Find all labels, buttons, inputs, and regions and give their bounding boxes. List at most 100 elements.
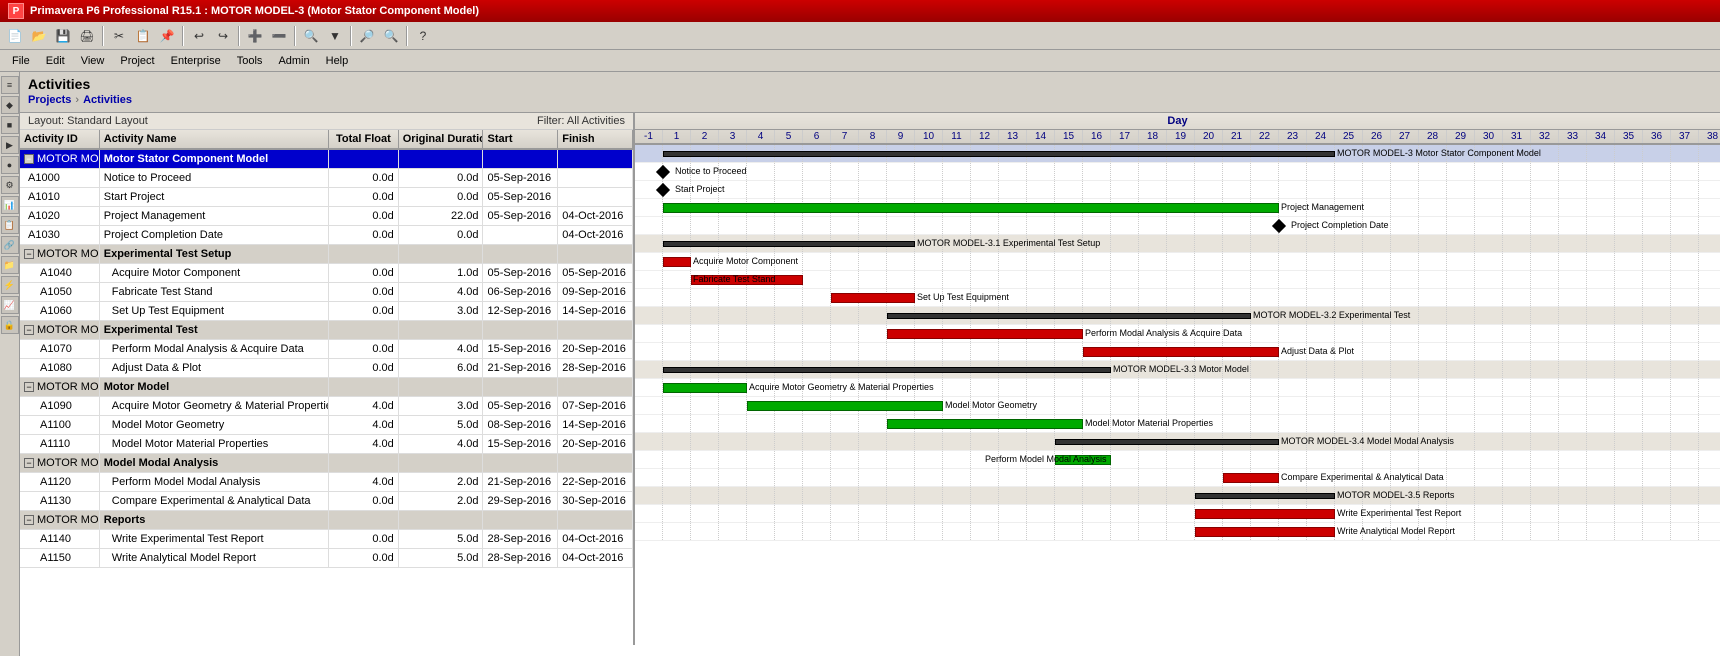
table-row[interactable]: −MOTOR MODEL-3.4Model Modal Analysis bbox=[20, 454, 633, 473]
col-header-total-float[interactable]: Total Float bbox=[329, 130, 399, 148]
table-row[interactable]: A1020Project Management0.0d22.0d05-Sep-2… bbox=[20, 207, 633, 226]
day-number: 32 bbox=[1531, 130, 1559, 143]
paste-btn[interactable]: 📌 bbox=[156, 25, 178, 47]
side-icon-1[interactable]: ≡ bbox=[1, 76, 19, 94]
gantt-grid-bg bbox=[635, 523, 1720, 540]
table-row[interactable]: −MOTOR MODEL-3.2Experimental Test bbox=[20, 321, 633, 340]
side-icon-5[interactable]: ● bbox=[1, 156, 19, 174]
cell-start: 21-Sep-2016 bbox=[483, 473, 558, 491]
add-btn[interactable]: ➕ bbox=[244, 25, 266, 47]
table-row[interactable]: −MOTOR MODEL-3.3Motor Model bbox=[20, 378, 633, 397]
menu-edit[interactable]: Edit bbox=[38, 53, 73, 69]
side-icon-9[interactable]: 🔗 bbox=[1, 236, 19, 254]
day-number: 11 bbox=[943, 130, 971, 143]
cell-activity-id: A1000 bbox=[20, 169, 100, 187]
day-number: 37 bbox=[1671, 130, 1699, 143]
side-icon-2[interactable]: ◆ bbox=[1, 96, 19, 114]
activity-table-panel: Layout: Standard Layout Filter: All Acti… bbox=[20, 113, 635, 645]
table-row[interactable]: A1110Model Motor Material Properties4.0d… bbox=[20, 435, 633, 454]
cell-start bbox=[483, 454, 558, 472]
expand-btn[interactable]: − bbox=[24, 325, 34, 335]
col-header-orig-dur[interactable]: Original Duration bbox=[399, 130, 484, 148]
gantt-bar-label-right: MOTOR MODEL-3.2 Experimental Test bbox=[1253, 310, 1410, 320]
side-icon-12[interactable]: 📈 bbox=[1, 296, 19, 314]
help-btn[interactable]: ? bbox=[412, 25, 434, 47]
del-btn[interactable]: ➖ bbox=[268, 25, 290, 47]
cell-activity-name: Experimental Test Setup bbox=[100, 245, 329, 263]
menu-view[interactable]: View bbox=[73, 53, 113, 69]
cut-btn[interactable]: ✂ bbox=[108, 25, 130, 47]
table-row[interactable]: −MOTOR MODEL-3.5Reports bbox=[20, 511, 633, 530]
table-row[interactable]: A1040Acquire Motor Component0.0d1.0d05-S… bbox=[20, 264, 633, 283]
menu-tools[interactable]: Tools bbox=[229, 53, 271, 69]
menu-file[interactable]: File bbox=[4, 53, 38, 69]
table-row[interactable]: −MOTOR MODEL-3.1Experimental Test Setup bbox=[20, 245, 633, 264]
menu-admin[interactable]: Admin bbox=[270, 53, 317, 69]
expand-btn[interactable]: − bbox=[24, 458, 34, 468]
table-row[interactable]: A1080Adjust Data & Plot0.0d6.0d21-Sep-20… bbox=[20, 359, 633, 378]
day-number: 36 bbox=[1643, 130, 1671, 143]
table-row[interactable]: A1000Notice to Proceed0.0d0.0d05-Sep-201… bbox=[20, 169, 633, 188]
table-row[interactable]: A1050Fabricate Test Stand0.0d4.0d06-Sep-… bbox=[20, 283, 633, 302]
find-btn[interactable]: 🔍 bbox=[300, 25, 322, 47]
breadcrumb-projects[interactable]: Projects bbox=[28, 94, 71, 106]
gantt-row: Set Up Test Equipment bbox=[635, 289, 1720, 307]
table-row[interactable]: −MOTOR MODEL-3Motor Stator Component Mod… bbox=[20, 150, 633, 169]
menu-project[interactable]: Project bbox=[112, 53, 162, 69]
table-row[interactable]: A1130Compare Experimental & Analytical D… bbox=[20, 492, 633, 511]
side-icon-10[interactable]: 📁 bbox=[1, 256, 19, 274]
expand-btn[interactable]: − bbox=[24, 515, 34, 525]
menu-help[interactable]: Help bbox=[318, 53, 357, 69]
table-row[interactable]: A1150Write Analytical Model Report0.0d5.… bbox=[20, 549, 633, 568]
print-btn[interactable]: 🖨 bbox=[76, 25, 98, 47]
redo-btn[interactable]: ↪ bbox=[212, 25, 234, 47]
side-icon-3[interactable]: ■ bbox=[1, 116, 19, 134]
table-row[interactable]: A1030Project Completion Date0.0d0.0d04-O… bbox=[20, 226, 633, 245]
new-btn[interactable]: 📄 bbox=[4, 25, 26, 47]
open-btn[interactable]: 📂 bbox=[28, 25, 50, 47]
expand-btn[interactable]: − bbox=[24, 382, 34, 392]
side-icon-11[interactable]: ⚡ bbox=[1, 276, 19, 294]
table-row[interactable]: A1100Model Motor Geometry4.0d5.0d08-Sep-… bbox=[20, 416, 633, 435]
cell-activity-id: A1040 bbox=[20, 264, 100, 282]
copy-btn[interactable]: 📋 bbox=[132, 25, 154, 47]
day-number: 30 bbox=[1475, 130, 1503, 143]
save-btn[interactable]: 💾 bbox=[52, 25, 74, 47]
col-header-activity-id[interactable]: Activity ID bbox=[20, 130, 100, 148]
cell-orig-dur: 5.0d bbox=[399, 549, 484, 567]
side-icon-6[interactable]: ⚙ bbox=[1, 176, 19, 194]
side-icon-8[interactable]: 📋 bbox=[1, 216, 19, 234]
expand-btn[interactable]: − bbox=[24, 249, 34, 259]
cell-activity-id: A1030 bbox=[20, 226, 100, 244]
side-icon-7[interactable]: 📊 bbox=[1, 196, 19, 214]
gantt-row: MOTOR MODEL-3.3 Motor Model bbox=[635, 361, 1720, 379]
cell-activity-id: −MOTOR MODEL-3.1 bbox=[20, 245, 100, 263]
menu-enterprise[interactable]: Enterprise bbox=[163, 53, 229, 69]
undo-btn[interactable]: ↩ bbox=[188, 25, 210, 47]
col-header-start[interactable]: Start bbox=[483, 130, 558, 148]
side-icon-13[interactable]: 🔒 bbox=[1, 316, 19, 334]
breadcrumb-activities[interactable]: Activities bbox=[83, 94, 132, 106]
cell-activity-name: Fabricate Test Stand bbox=[100, 283, 329, 301]
table-row[interactable]: A1070Perform Modal Analysis & Acquire Da… bbox=[20, 340, 633, 359]
table-row[interactable]: A1010Start Project0.0d0.0d05-Sep-2016 bbox=[20, 188, 633, 207]
cell-activity-name: Set Up Test Equipment bbox=[100, 302, 329, 320]
zoom-out-btn[interactable]: 🔍 bbox=[380, 25, 402, 47]
filter-btn[interactable]: ▼ bbox=[324, 25, 346, 47]
table-row[interactable]: A1090Acquire Motor Geometry & Material P… bbox=[20, 397, 633, 416]
col-header-activity-name[interactable]: Activity Name bbox=[100, 130, 329, 148]
gantt-panel[interactable]: Day -11234567891011121314151617181920212… bbox=[635, 113, 1720, 645]
expand-btn[interactable]: − bbox=[24, 154, 34, 164]
cell-orig-dur: 4.0d bbox=[399, 283, 484, 301]
zoom-in-btn[interactable]: 🔎 bbox=[356, 25, 378, 47]
side-icon-4[interactable]: ▶ bbox=[1, 136, 19, 154]
table-row[interactable]: A1140Write Experimental Test Report0.0d5… bbox=[20, 530, 633, 549]
content-header: Activities Projects › Activities bbox=[20, 72, 1720, 113]
table-row[interactable]: A1120Perform Model Modal Analysis4.0d2.0… bbox=[20, 473, 633, 492]
col-header-finish[interactable]: Finish bbox=[558, 130, 633, 148]
day-number: 5 bbox=[775, 130, 803, 143]
filter-label: Filter: All Activities bbox=[537, 115, 625, 127]
table-row[interactable]: A1060Set Up Test Equipment0.0d3.0d12-Sep… bbox=[20, 302, 633, 321]
gantt-group-bar bbox=[887, 313, 1251, 319]
day-number: 16 bbox=[1083, 130, 1111, 143]
